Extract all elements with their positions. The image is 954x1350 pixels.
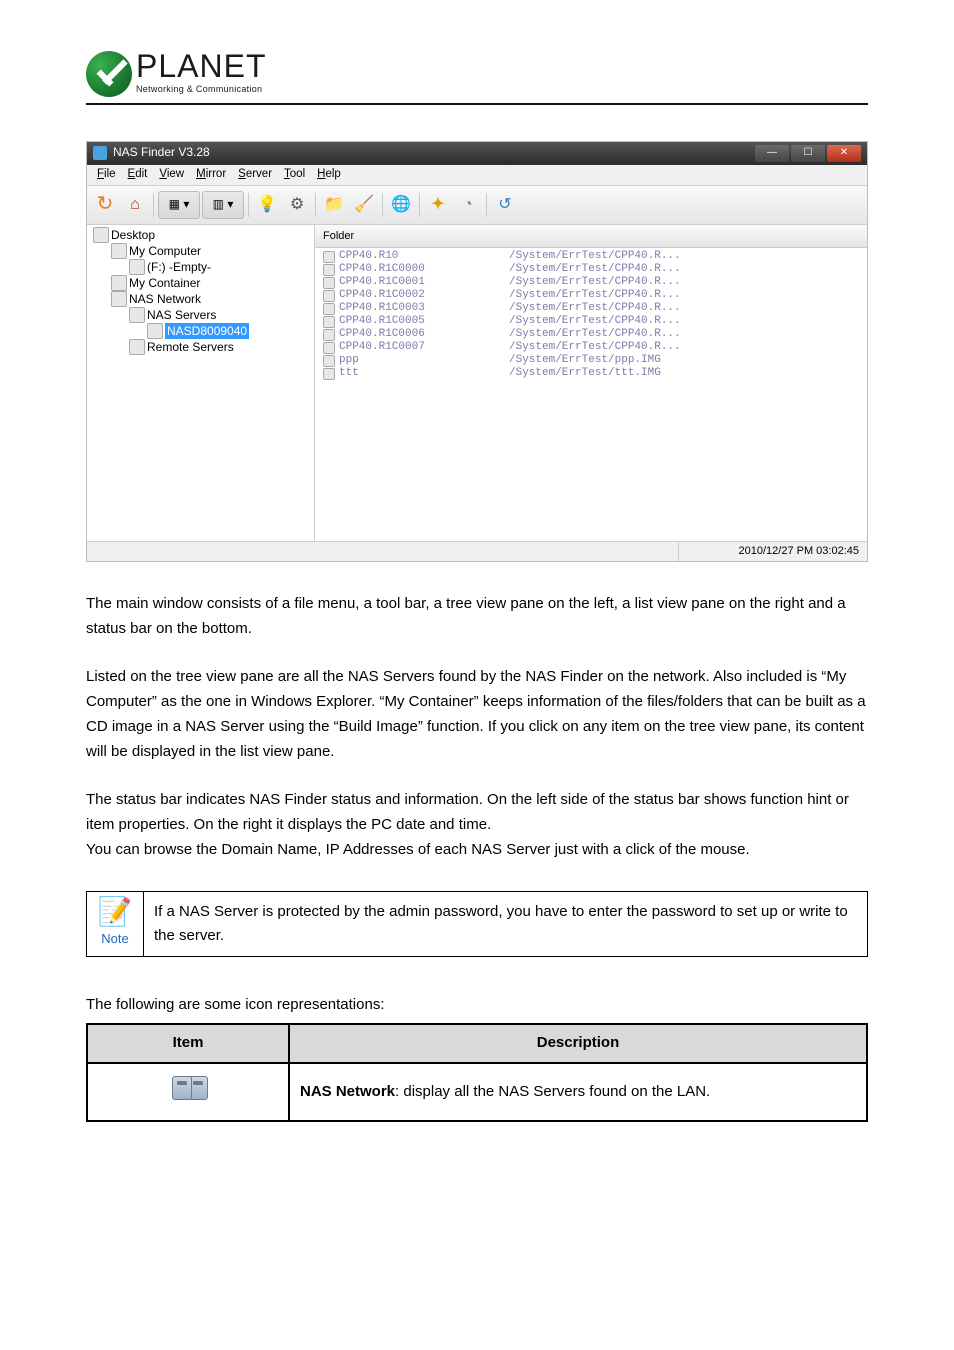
star-icon[interactable]: ✦	[424, 192, 452, 218]
clock-icon[interactable]: ◔	[454, 192, 482, 218]
folder-icon[interactable]: 📁	[320, 192, 348, 218]
menu-file[interactable]: File	[93, 165, 120, 184]
list-row[interactable]: CPP40.R1C0006/System/ErrTest/CPP40.R...	[315, 328, 867, 341]
paragraph-status-bar: The status bar indicates NAS Finder stat…	[86, 788, 868, 862]
icon-table-caption: The following are some icon representati…	[86, 993, 868, 1018]
list-row[interactable]: CPP40.R1C0002/System/ErrTest/CPP40.R...	[315, 289, 867, 302]
window-titlebar: NAS Finder V3.28 — ☐ ✕	[87, 142, 867, 165]
network-icon[interactable]: 🌐	[387, 192, 415, 218]
tree-view[interactable]: DesktopMy Computer(F:) -Empty-My Contain…	[87, 225, 315, 541]
list-view[interactable]: Folder CPP40.R10/System/ErrTest/CPP40.R.…	[315, 225, 867, 541]
toolbar: ↻ ⌂ ▦ ▾ ▥ ▾ 💡 ⚙ 📁 🧹 🌐 ✦ ◔ ↺	[87, 186, 867, 225]
tree-item[interactable]: Remote Servers	[87, 339, 314, 355]
tree-item[interactable]: NAS Servers	[87, 307, 314, 323]
tree-item[interactable]: (F:) -Empty-	[87, 259, 314, 275]
paragraph-tree-view: Listed on the tree view pane are all the…	[86, 665, 868, 764]
brand-tagline: Networking & Communication	[136, 82, 266, 97]
clean-icon[interactable]: 🧹	[350, 192, 378, 218]
list-row[interactable]: CPP40.R1C0003/System/ErrTest/CPP40.R...	[315, 302, 867, 315]
list-row[interactable]: CPP40.R1C0005/System/ErrTest/CPP40.R...	[315, 315, 867, 328]
note-label: Note	[101, 928, 128, 949]
nas-network-description: NAS Network: display all the NAS Servers…	[289, 1063, 867, 1121]
view-mode-button[interactable]: ▦ ▾	[158, 191, 200, 219]
status-datetime: 2010/12/27 PM 03:02:45	[679, 542, 867, 561]
list-row[interactable]: CPP40.R1C0001/System/ErrTest/CPP40.R...	[315, 276, 867, 289]
nas-network-icon-cell	[87, 1063, 289, 1121]
brand-logo: PLANET Networking & Communication	[86, 50, 868, 97]
close-button[interactable]: ✕	[827, 145, 861, 162]
list-header[interactable]: Folder	[315, 225, 867, 248]
brand-name: PLANET	[136, 50, 266, 82]
tree-item[interactable]: Desktop	[87, 227, 314, 243]
header-divider	[86, 103, 868, 105]
tree-item[interactable]: NASD8009040	[87, 323, 314, 339]
refresh-icon[interactable]: ↻	[91, 192, 119, 218]
menu-tool[interactable]: Tool	[280, 165, 309, 184]
status-hint	[87, 542, 679, 561]
list-row[interactable]: ttt/System/ErrTest/ttt.IMG	[315, 367, 867, 380]
list-row[interactable]: ppp/System/ErrTest/ppp.IMG	[315, 354, 867, 367]
settings-icon[interactable]: ⚙	[283, 192, 311, 218]
icon-table: Item Description NAS Network: display al…	[86, 1023, 868, 1122]
menu-edit[interactable]: Edit	[124, 165, 152, 184]
tree-item[interactable]: NAS Network	[87, 291, 314, 307]
tree-item[interactable]: My Container	[87, 275, 314, 291]
note-box: 📝 Note If a NAS Server is protected by t…	[86, 891, 868, 957]
nas-network-icon	[172, 1076, 204, 1100]
note-icon: 📝	[98, 898, 133, 926]
menu-help[interactable]: Help	[313, 165, 345, 184]
hint-icon[interactable]: 💡	[253, 192, 281, 218]
status-bar: 2010/12/27 PM 03:02:45	[87, 541, 867, 561]
minimize-button[interactable]: —	[755, 145, 789, 162]
paragraph-main-window: The main window consists of a file menu,…	[86, 592, 868, 642]
menu-view[interactable]: View	[155, 165, 188, 184]
sync-icon[interactable]: ↺	[491, 192, 519, 218]
nas-finder-screenshot: NAS Finder V3.28 — ☐ ✕ File Edit View Mi…	[86, 141, 868, 562]
planet-mark-icon	[86, 51, 132, 97]
tree-item[interactable]: My Computer	[87, 243, 314, 259]
col-description: Description	[289, 1024, 867, 1063]
maximize-button[interactable]: ☐	[791, 145, 825, 162]
layout-button[interactable]: ▥ ▾	[202, 191, 244, 219]
list-row[interactable]: CPP40.R1C0000/System/ErrTest/CPP40.R...	[315, 263, 867, 276]
col-item: Item	[87, 1024, 289, 1063]
app-icon	[93, 146, 107, 160]
home-icon[interactable]: ⌂	[121, 192, 149, 218]
window-title: NAS Finder V3.28	[113, 143, 210, 163]
list-row[interactable]: CPP40.R10/System/ErrTest/CPP40.R...	[315, 250, 867, 263]
menu-bar: File Edit View Mirror Server Tool Help	[87, 165, 867, 186]
table-row: NAS Network: display all the NAS Servers…	[87, 1063, 867, 1121]
menu-server[interactable]: Server	[234, 165, 276, 184]
menu-mirror[interactable]: Mirror	[192, 165, 230, 184]
note-text: If a NAS Server is protected by the admi…	[144, 892, 867, 956]
list-row[interactable]: CPP40.R1C0007/System/ErrTest/CPP40.R...	[315, 341, 867, 354]
